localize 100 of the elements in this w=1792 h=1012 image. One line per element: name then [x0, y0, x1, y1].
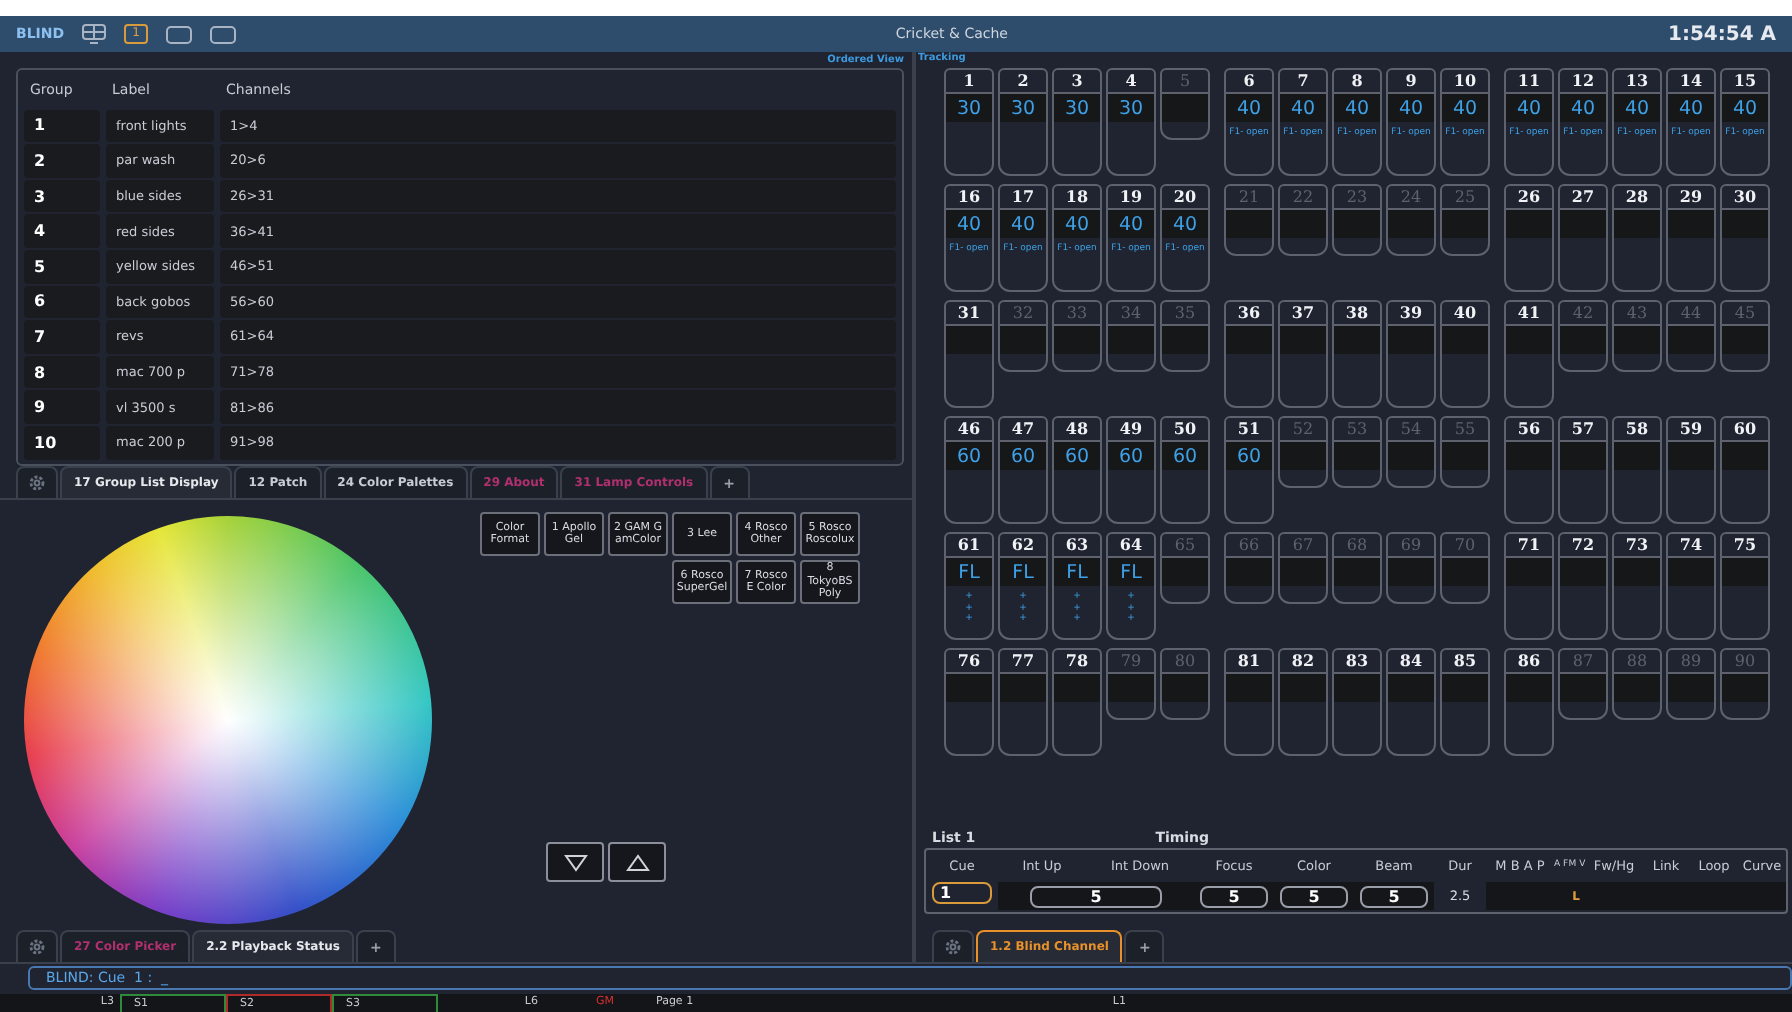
channel-tile[interactable]: 77: [998, 648, 1048, 756]
channel-tile[interactable]: 31: [944, 300, 994, 408]
time-field[interactable]: 5: [1280, 885, 1348, 907]
channel-tile[interactable]: 4 30: [1106, 68, 1156, 176]
channel-level: 40: [1162, 210, 1208, 238]
channel-level: 60: [1054, 442, 1100, 470]
settings-icon[interactable]: [28, 938, 46, 956]
channel-level: 40: [1000, 210, 1046, 238]
channel-level: 40: [946, 210, 992, 238]
channel-tile[interactable]: 78: [1052, 648, 1102, 756]
channel-level: 40: [1334, 94, 1380, 122]
time-field[interactable]: 5: [1030, 885, 1162, 907]
channel-tile[interactable]: 48 60: [1052, 416, 1102, 524]
settings-tab[interactable]: [932, 930, 974, 962]
channel-tile[interactable]: 60: [1720, 416, 1770, 524]
scroll-down-button[interactable]: [546, 842, 604, 882]
group-number[interactable]: 9: [24, 390, 100, 424]
channel-tile[interactable]: 1 30: [944, 68, 994, 176]
channel-level: 40: [1560, 94, 1606, 122]
table-cell: [1738, 882, 1786, 910]
channel-tile[interactable]: 40: [1440, 300, 1490, 408]
channel-tile[interactable]: 82: [1278, 648, 1328, 756]
channel-tile[interactable]: 2 30: [998, 68, 1048, 176]
channel-level: 60: [1226, 442, 1272, 470]
channel-tile[interactable]: 26: [1504, 184, 1554, 292]
channel-tile[interactable]: 36: [1224, 300, 1274, 408]
channel-tile[interactable]: 81: [1224, 648, 1274, 756]
channel-level: 40: [1108, 210, 1154, 238]
channel-tile[interactable]: 38: [1332, 300, 1382, 408]
settings-icon[interactable]: [944, 938, 962, 956]
channel-tile[interactable]: 84: [1386, 648, 1436, 756]
channel-tile[interactable]: 71: [1504, 532, 1554, 640]
channel-tile[interactable]: 3 30: [1052, 68, 1102, 176]
channel-level: 40: [1388, 94, 1434, 122]
group-number[interactable]: 8: [24, 355, 100, 389]
channel-level: 30: [1108, 94, 1154, 122]
monitor-grid-icon[interactable]: [82, 24, 107, 44]
channel-level: 60: [1162, 442, 1208, 470]
group-number[interactable]: 5: [24, 249, 100, 284]
channel-tile[interactable]: 30: [1720, 184, 1770, 292]
channel-level: 30: [946, 94, 992, 122]
channel-level: 40: [1668, 94, 1714, 122]
channel-tile[interactable]: 49 60: [1106, 416, 1156, 524]
channel-level: 60: [1000, 442, 1046, 470]
channel-tile[interactable]: 41: [1504, 300, 1554, 408]
display-icon[interactable]: [165, 25, 192, 43]
settings-icon[interactable]: [28, 474, 46, 492]
channel-tile[interactable]: 50 60: [1160, 416, 1210, 524]
display-icon[interactable]: [209, 25, 236, 43]
channel-tile[interactable]: 28: [1612, 184, 1662, 292]
channel-tile[interactable]: 74: [1666, 532, 1716, 640]
group-number[interactable]: 1: [24, 109, 100, 143]
group-number[interactable]: 10: [24, 425, 100, 460]
channel-level: 40: [1614, 94, 1660, 122]
scroll-up-button[interactable]: [608, 842, 666, 882]
channel-level: FL: [1000, 558, 1046, 586]
channel-level: 40: [1280, 94, 1326, 122]
triangle-down-icon: [563, 853, 587, 871]
time-field[interactable]: 5: [1200, 885, 1268, 907]
channel-level: FL: [1054, 558, 1100, 586]
group-number[interactable]: 4: [24, 214, 100, 248]
channel-level: 40: [1226, 94, 1272, 122]
channel-tile[interactable]: 47 60: [998, 416, 1048, 524]
channel-level: FL: [1108, 558, 1154, 586]
channel-level: FL: [946, 558, 992, 586]
channel-tile[interactable]: 76: [944, 648, 994, 756]
triangle-up-icon: [625, 853, 649, 871]
group-number[interactable]: 3: [24, 179, 100, 213]
channel-tile[interactable]: 37: [1278, 300, 1328, 408]
channel-tile[interactable]: 27: [1558, 184, 1608, 292]
clock: 1:54:54 A: [1667, 23, 1776, 45]
time-field[interactable]: 5: [1360, 885, 1428, 907]
channel-tile[interactable]: 58: [1612, 416, 1662, 524]
channel-tile[interactable]: 72: [1558, 532, 1608, 640]
channel-tile[interactable]: 85: [1440, 648, 1490, 756]
channel-level: 60: [946, 442, 992, 470]
channel-level: 40: [1722, 94, 1768, 122]
group-number[interactable]: 7: [24, 320, 100, 354]
channel-tile[interactable]: 75: [1720, 532, 1770, 640]
cue-field[interactable]: 1: [932, 882, 992, 904]
channel-tile[interactable]: 73: [1612, 532, 1662, 640]
settings-tab[interactable]: [16, 930, 58, 962]
channel-level: 30: [1054, 94, 1100, 122]
channel-level: 40: [1442, 94, 1488, 122]
channel-tile[interactable]: 46 60: [944, 416, 994, 524]
channel-tile[interactable]: 59: [1666, 416, 1716, 524]
channel-tile[interactable]: 56: [1504, 416, 1554, 524]
channel-tile[interactable]: 57: [1558, 416, 1608, 524]
channel-level: 60: [1108, 442, 1154, 470]
channel-tile[interactable]: 83: [1332, 648, 1382, 756]
group-number[interactable]: 2: [24, 144, 100, 178]
channel-level: 30: [1000, 94, 1046, 122]
channel-tile[interactable]: 51 60: [1224, 416, 1274, 524]
channel-tile[interactable]: 29: [1666, 184, 1716, 292]
settings-tab[interactable]: [16, 466, 58, 498]
channel-level: 40: [1506, 94, 1552, 122]
channel-tile[interactable]: 86: [1504, 648, 1554, 756]
channel-tile[interactable]: 39: [1386, 300, 1436, 408]
group-number[interactable]: 6: [24, 285, 100, 319]
channel-level: 40: [1054, 210, 1100, 238]
